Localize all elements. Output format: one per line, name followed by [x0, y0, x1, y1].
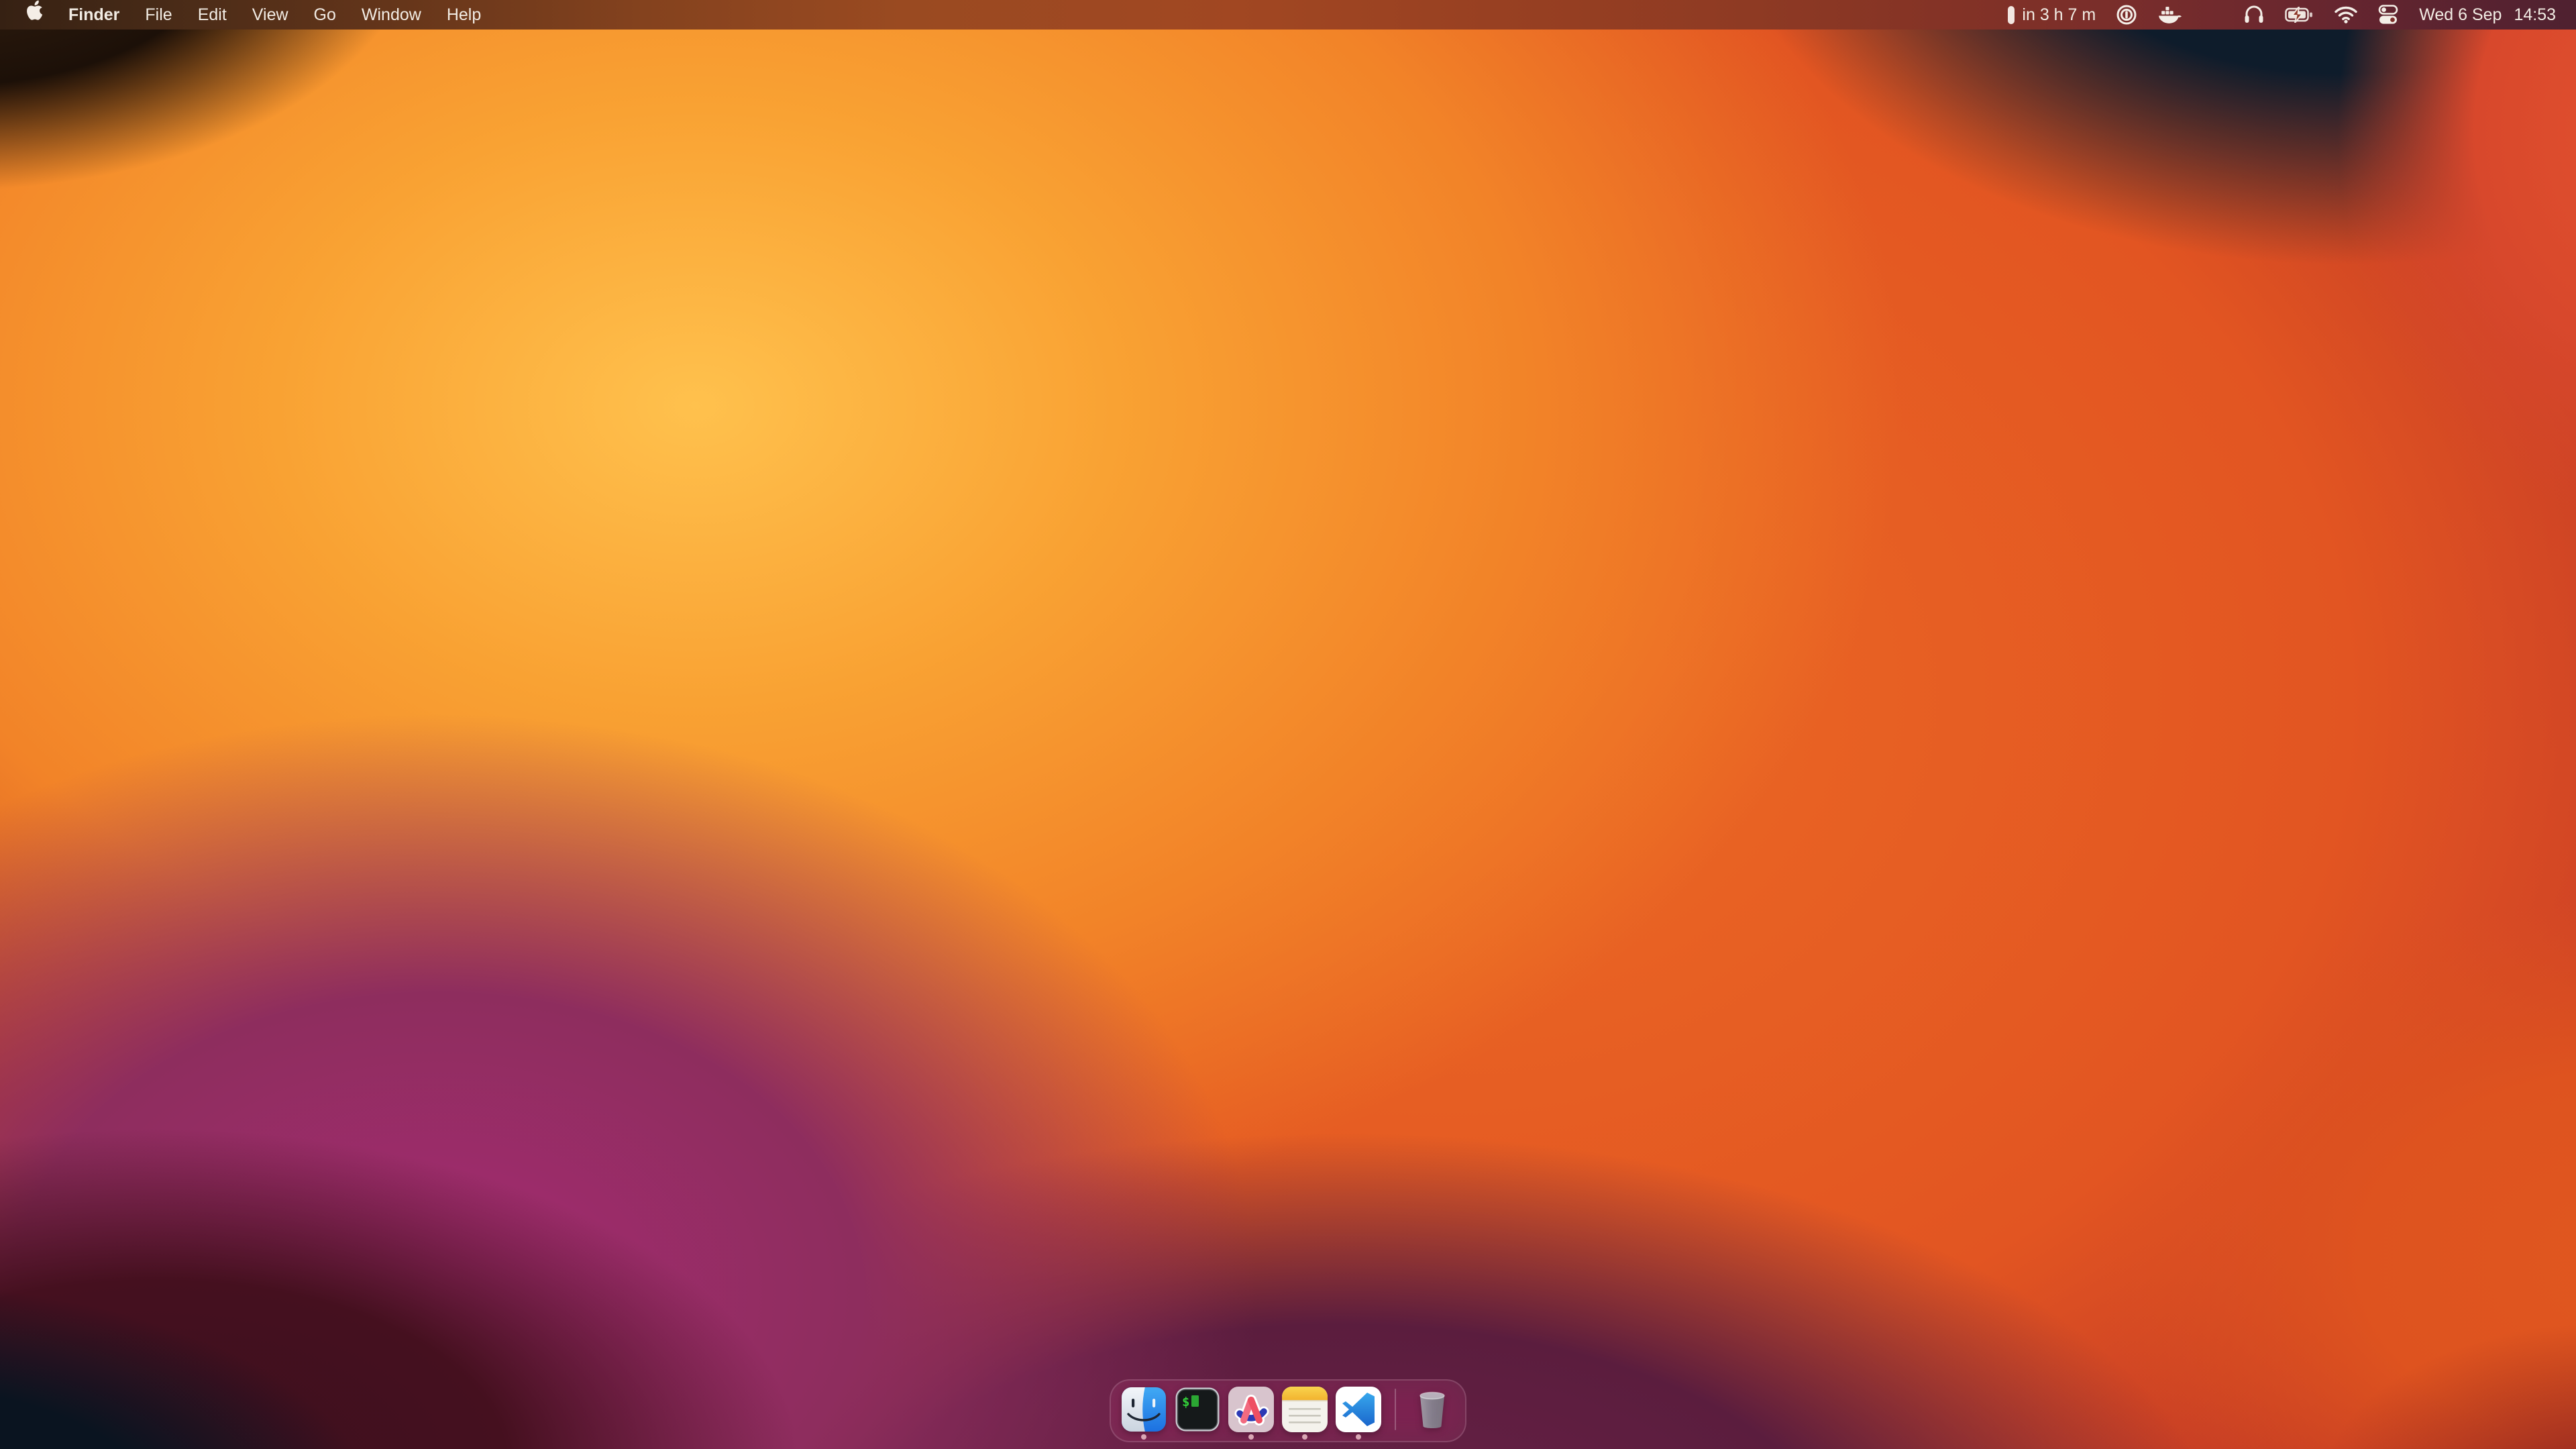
- menu-view[interactable]: View: [239, 0, 301, 30]
- power-circle-icon: [2116, 4, 2137, 25]
- docker-whale-icon: [2157, 5, 2182, 25]
- battery-charging-icon: [2285, 7, 2314, 23]
- trash-icon: [1409, 1387, 1455, 1432]
- vscode-icon: [1336, 1387, 1381, 1432]
- menu-window[interactable]: Window: [349, 0, 434, 30]
- status-timer[interactable]: in 3 h 7 m: [2008, 0, 2096, 30]
- dock-item-vscode[interactable]: [1336, 1387, 1381, 1432]
- running-indicator: [1302, 1434, 1307, 1440]
- menu-bar-clock[interactable]: Wed 6 Sep 14:53: [2419, 0, 2556, 30]
- arc-browser-icon: [1228, 1387, 1274, 1432]
- wifi-icon: [2334, 6, 2357, 23]
- dock-item-terminal[interactable]: $: [1175, 1387, 1220, 1432]
- terminal-icon: $: [1175, 1387, 1220, 1432]
- dock-item-finder[interactable]: [1121, 1387, 1167, 1432]
- menu-app-name[interactable]: Finder: [56, 0, 132, 30]
- svg-text:$: $: [1182, 1395, 1189, 1409]
- menu-file[interactable]: File: [132, 0, 184, 30]
- headphones-icon: [2243, 4, 2265, 25]
- dock-separator: [1395, 1389, 1396, 1430]
- status-docker[interactable]: [2157, 0, 2182, 30]
- control-center-icon: [2377, 4, 2399, 25]
- apple-menu[interactable]: [20, 0, 56, 30]
- dock-container: $: [0, 1379, 2576, 1442]
- dock-item-notes[interactable]: [1282, 1387, 1328, 1432]
- clock-time: 14:53: [2514, 0, 2556, 30]
- timer-label: in 3 h 7 m: [2022, 0, 2096, 30]
- menu-edit[interactable]: Edit: [185, 0, 239, 30]
- status-focus-mode[interactable]: [2202, 0, 2223, 30]
- menu-help[interactable]: Help: [434, 0, 494, 30]
- menu-bar: Finder File Edit View Go Window Help in …: [0, 0, 2576, 30]
- moon-focus-icon: [2202, 5, 2223, 25]
- dock: $: [1110, 1379, 1466, 1442]
- running-indicator: [1141, 1434, 1146, 1440]
- timer-bar-icon: [2008, 6, 2015, 24]
- status-control-center[interactable]: [2377, 0, 2399, 30]
- finder-icon: [1121, 1387, 1167, 1432]
- desktop-wallpaper: [0, 0, 2576, 1449]
- menu-bar-left: Finder File Edit View Go Window Help: [20, 0, 494, 30]
- menu-go[interactable]: Go: [301, 0, 349, 30]
- status-power-circle[interactable]: [2116, 0, 2137, 30]
- status-headphones[interactable]: [2243, 0, 2265, 30]
- desktop: Finder File Edit View Go Window Help in …: [0, 0, 2576, 1449]
- running-indicator: [1356, 1434, 1361, 1440]
- running-indicator: [1248, 1434, 1254, 1440]
- dock-item-arc[interactable]: [1228, 1387, 1274, 1432]
- status-wifi[interactable]: [2334, 0, 2357, 30]
- status-battery[interactable]: [2285, 0, 2314, 30]
- dock-item-trash[interactable]: [1409, 1387, 1455, 1432]
- menu-bar-status-area: in 3 h 7 m: [2008, 0, 2556, 30]
- notes-icon: [1282, 1387, 1328, 1432]
- clock-date: Wed 6 Sep: [2419, 0, 2502, 30]
- apple-logo-icon: [25, 0, 44, 30]
